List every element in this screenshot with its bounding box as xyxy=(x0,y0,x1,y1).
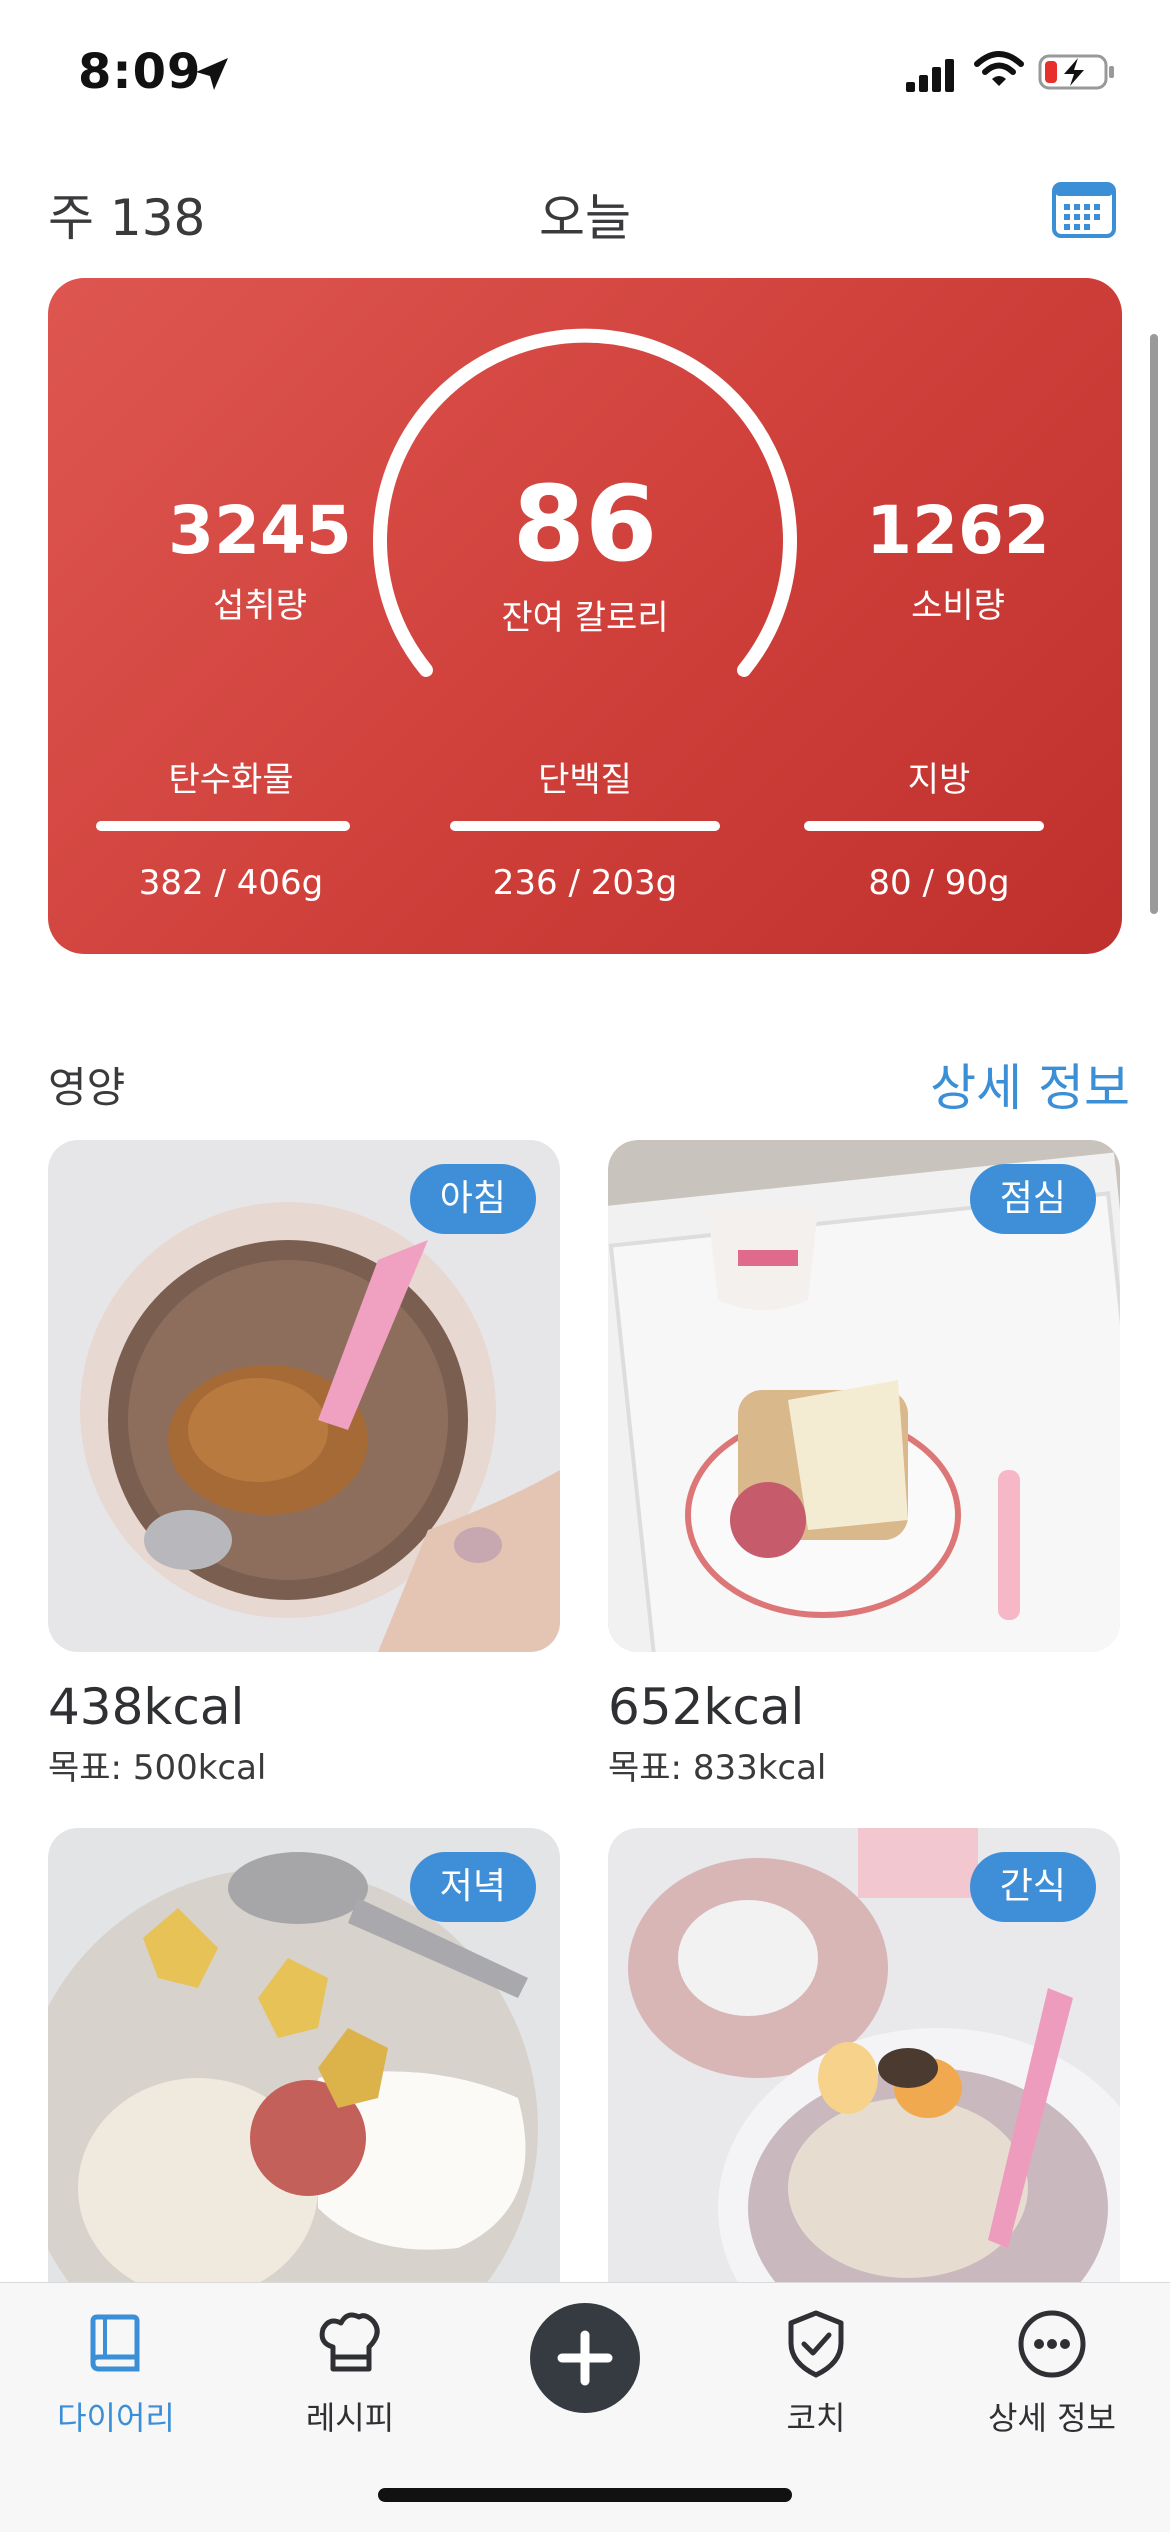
macro-value: 236 / 203g xyxy=(492,863,678,903)
shield-check-icon xyxy=(788,2310,844,2378)
chef-hat-icon xyxy=(319,2312,380,2372)
meal-type-badge: 저녁 xyxy=(409,1852,536,1922)
home-indicator xyxy=(378,2488,792,2502)
page-title: 오늘 xyxy=(539,189,631,247)
remaining-stat: 86 잔여 칼로리 xyxy=(410,472,760,639)
tab-diary[interactable]: 다이어리 xyxy=(16,2307,216,2439)
book-icon xyxy=(90,2314,140,2372)
intake-label: 섭취량 xyxy=(213,586,307,626)
macro-protein: 단백질 236 / 203g xyxy=(450,752,720,903)
meal-photo[interactable]: 간식 xyxy=(608,1828,1120,2340)
macro-fat: 지방 80 / 90g xyxy=(804,752,1074,903)
tab-label: 상세 정보 xyxy=(988,2399,1116,2437)
battery-charging-icon xyxy=(1038,54,1114,90)
meal-card-breakfast[interactable]: 아침 438kcal 목표: 500kcal xyxy=(48,1140,560,1789)
burned-stat: 1262 소비량 xyxy=(808,498,1108,627)
add-button[interactable] xyxy=(530,2303,640,2413)
macro-progress-bar xyxy=(450,821,720,831)
calorie-summary-card[interactable]: 3245 섭취량 86 잔여 칼로리 1262 소비량 탄수화물 382 / 4… xyxy=(48,278,1122,954)
macro-progress-bar xyxy=(96,821,350,831)
cellular-signal-icon xyxy=(906,59,954,92)
macro-carbs: 탄수화물 382 / 406g xyxy=(96,752,366,903)
meal-type-badge: 점심 xyxy=(969,1164,1096,1234)
meal-photo[interactable]: 아침 xyxy=(48,1140,560,1652)
status-time: 8:09 xyxy=(78,44,202,100)
tab-label: 다이어리 xyxy=(57,2399,175,2437)
meal-goal: 목표: 500kcal xyxy=(48,1748,267,1788)
macro-value: 80 / 90g xyxy=(868,863,1010,903)
header: 주 138 오늘 xyxy=(0,160,1170,250)
intake-stat: 3245 섭취량 xyxy=(110,498,410,627)
macro-label: 지방 xyxy=(907,760,971,800)
wifi-icon xyxy=(974,51,1024,86)
meal-card-dinner[interactable]: 저녁 xyxy=(48,1828,560,2340)
intake-value: 3245 xyxy=(168,492,352,569)
nutrition-details-link[interactable]: 상세 정보 xyxy=(930,1048,1130,1120)
more-icon xyxy=(1018,2310,1086,2378)
remaining-label: 잔여 칼로리 xyxy=(501,598,669,638)
status-bar: 8:09 xyxy=(0,0,1170,150)
location-arrow-icon xyxy=(196,58,228,90)
plus-icon xyxy=(557,2330,613,2386)
remaining-value: 86 xyxy=(512,463,658,585)
meal-goal: 목표: 833kcal xyxy=(608,1748,827,1788)
meal-kcal: 438kcal xyxy=(48,1678,245,1736)
burned-value: 1262 xyxy=(866,492,1050,569)
meal-kcal: 652kcal xyxy=(608,1678,805,1736)
scrollbar[interactable] xyxy=(1150,334,1158,914)
meal-card-snack[interactable]: 간식 xyxy=(608,1828,1120,2340)
tab-label: 코치 xyxy=(786,2399,846,2437)
tab-coach[interactable]: 코치 xyxy=(716,2307,916,2439)
calendar-icon[interactable] xyxy=(1052,178,1116,238)
macro-progress-bar xyxy=(804,821,1044,831)
macro-label: 탄수화물 xyxy=(168,760,294,800)
macro-label: 단백질 xyxy=(538,760,632,800)
burned-label: 소비량 xyxy=(911,586,1005,626)
meal-type-badge: 간식 xyxy=(969,1852,1096,1922)
macro-value: 382 / 406g xyxy=(138,863,324,903)
meal-photo[interactable]: 저녁 xyxy=(48,1828,560,2340)
tab-recipes[interactable]: 레시피 xyxy=(250,2307,450,2439)
tab-more[interactable]: 상세 정보 xyxy=(952,2307,1152,2439)
meal-photo[interactable]: 점심 xyxy=(608,1140,1120,1652)
tab-label: 레시피 xyxy=(305,2399,395,2437)
meal-type-badge: 아침 xyxy=(409,1164,536,1234)
nutrition-section-title: 영양 xyxy=(48,1063,126,1112)
meal-card-lunch[interactable]: 점심 652kcal 목표: 833kcal xyxy=(608,1140,1120,1789)
